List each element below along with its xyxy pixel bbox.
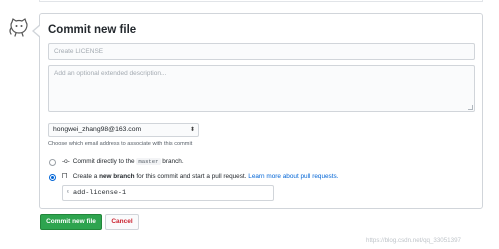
commit-form-title: Commit new file bbox=[48, 24, 137, 36]
commit-description-textarea[interactable] bbox=[48, 65, 475, 112]
pull-request-icon: ⨅ bbox=[62, 173, 68, 180]
learn-more-pull-requests-link[interactable]: Learn more about pull requests. bbox=[248, 173, 338, 180]
commit-email-note: Choose which email address to associate … bbox=[48, 141, 193, 147]
create-branch-prefix: Create a bbox=[72, 173, 98, 180]
commit-directly-prefix: Commit directly to the bbox=[72, 158, 135, 165]
create-branch-middle: for this commit and start a pull request… bbox=[136, 173, 247, 180]
new-branch-name-input[interactable]: ᵋ add-license-1 bbox=[62, 185, 274, 201]
new-branch-name-value: add-license-1 bbox=[73, 189, 127, 197]
commit-directly-option[interactable]: -o- Commit directly to the master branch… bbox=[62, 158, 184, 165]
octocat-avatar-icon bbox=[9, 18, 28, 37]
select-caret-icon: ⬍ bbox=[189, 127, 195, 133]
commit-summary-input[interactable] bbox=[48, 43, 475, 60]
git-branch-icon: ᵋ bbox=[67, 189, 70, 196]
create-branch-bold: new branch bbox=[99, 173, 135, 180]
commit-directly-suffix: branch. bbox=[162, 158, 184, 165]
watermark-text: https://blog.csdn.net/qq_33051397 bbox=[366, 237, 461, 244]
commit-email-select[interactable]: hongwei_zhang98@163.com ⬍ bbox=[48, 123, 199, 137]
cancel-button[interactable]: Cancel bbox=[105, 214, 139, 230]
create-branch-option[interactable]: ⨅ Create a new branch for this commit an… bbox=[62, 173, 339, 181]
textarea-resize-handle[interactable] bbox=[468, 105, 473, 110]
base-branch-badge: master bbox=[136, 158, 161, 165]
commit-directly-radio[interactable] bbox=[49, 159, 56, 166]
create-branch-radio[interactable] bbox=[49, 174, 56, 181]
commit-form-box: Commit new file hongwei_zhang98@163.com … bbox=[32, 13, 483, 209]
commit-new-file-button[interactable]: Commit new file bbox=[40, 214, 102, 230]
git-commit-icon: -o- bbox=[62, 158, 70, 165]
commit-email-value: hongwei_zhang98@163.com bbox=[53, 126, 142, 133]
previous-panel-edge bbox=[39, 0, 483, 2]
